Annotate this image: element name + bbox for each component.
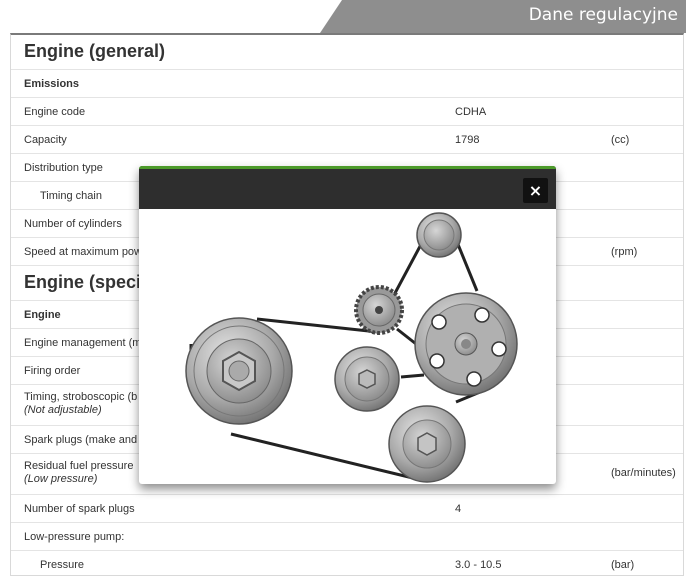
belt-routing-diagram	[185, 212, 518, 483]
row-label-text: Residual fuel pressure	[24, 460, 134, 472]
close-button[interactable]: ×	[523, 178, 548, 203]
row-label: Residual fuel pressure (Low pressure)	[24, 460, 133, 485]
close-icon: ×	[528, 181, 543, 200]
row-unit: (rpm)	[611, 246, 638, 258]
row-value: 1798	[455, 134, 480, 146]
section-heading-row: Engine (general)	[11, 35, 683, 70]
row-label-text: Timing, stroboscopic (b	[24, 391, 138, 403]
modal-header: ×	[139, 166, 556, 209]
row-unit: (bar)	[611, 559, 635, 571]
row-label: Distribution type	[24, 162, 103, 174]
row-label: Low-pressure pump:	[24, 531, 125, 543]
row-label: Engine management (m	[24, 337, 142, 349]
table-row: Pressure 3.0 - 10.5 (bar)	[11, 551, 683, 575]
row-value: CDHA	[455, 106, 487, 118]
tensioner-pulley	[334, 346, 400, 412]
row-note: (Low pressure)	[24, 473, 98, 485]
row-label: Number of spark plugs	[24, 503, 135, 515]
row-label: Pressure	[40, 559, 85, 571]
row-label: Emissions	[24, 78, 80, 90]
chain-sprocket	[354, 285, 404, 335]
row-label: Timing, stroboscopic (b (Not adjustable)	[24, 391, 137, 416]
alternator-pulley	[388, 405, 466, 483]
table-row: Capacity 1798 (cc)	[11, 126, 683, 154]
table-row: Emissions	[11, 70, 683, 98]
belt-diagram-modal: ×	[139, 166, 556, 484]
section-title-engine-general: Engine (general)	[24, 41, 166, 61]
row-label: Speed at maximum pow	[24, 246, 142, 258]
table-row: Low-pressure pump:	[11, 523, 683, 551]
row-label: Engine	[24, 309, 61, 321]
row-label: Timing chain	[40, 190, 102, 202]
header-banner: Dane regulacyjne	[320, 0, 686, 33]
row-unit: (cc)	[611, 134, 630, 146]
table-row: Number of spark plugs 4	[11, 495, 683, 523]
table-row: Engine code CDHA	[11, 98, 683, 126]
row-label: Capacity	[24, 134, 67, 146]
row-label: Spark plugs (make and	[24, 434, 138, 446]
row-note: (Not adjustable)	[24, 404, 102, 416]
row-value: 3.0 - 10.5	[455, 559, 502, 571]
idler-pulley-top	[416, 212, 462, 258]
crankshaft-pulley	[185, 317, 293, 425]
row-label: Firing order	[24, 365, 81, 377]
row-value: 4	[455, 503, 462, 515]
row-label: Engine code	[24, 106, 86, 118]
section-title-engine-specific: Engine (specif	[24, 272, 148, 292]
row-label: Number of cylinders	[24, 218, 122, 230]
row-unit: (bar/minutes)	[611, 467, 676, 479]
banner-title: Dane regulacyjne	[528, 5, 678, 25]
water-pump-pulley	[414, 292, 518, 396]
